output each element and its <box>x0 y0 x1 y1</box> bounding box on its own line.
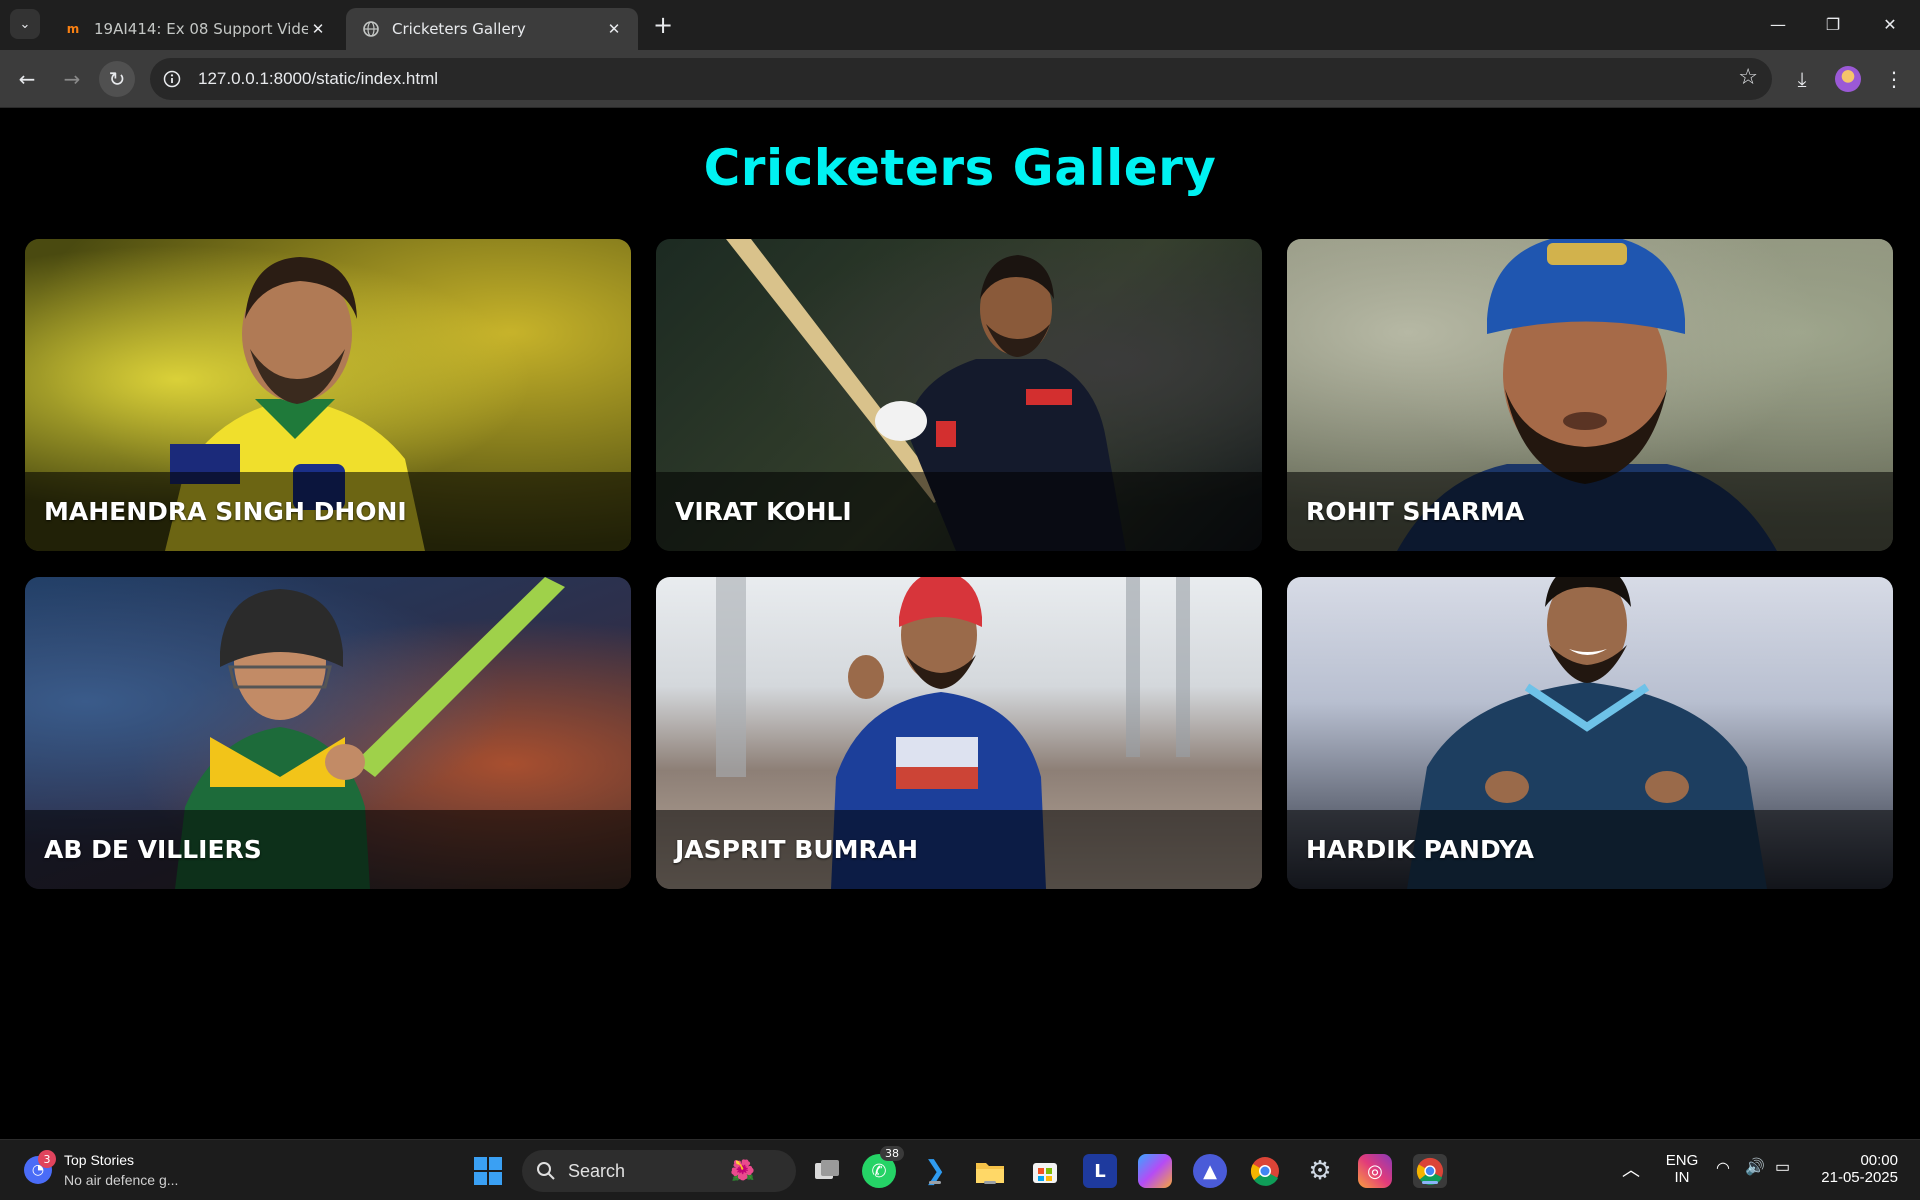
player-card-pandya[interactable]: HARDIK PANDYA <box>1287 577 1893 889</box>
running-indicator <box>1422 1181 1438 1184</box>
tab-strip: ⌄ m 19AI414: Ex 08 Support Video | ✕ Cri… <box>0 0 1920 50</box>
tab-cricketers-gallery[interactable]: Cricketers Gallery ✕ <box>346 8 638 50</box>
page-content: Cricketers Gallery MAHENDRA SINGH DHONI <box>0 109 1920 1139</box>
arc-icon[interactable]: ▲ <box>1193 1154 1227 1188</box>
download-icon[interactable]: ⤓ <box>1786 63 1818 95</box>
player-name: HARDIK PANDYA <box>1306 835 1534 864</box>
player-name: MAHENDRA SINGH DHONI <box>44 497 407 526</box>
file-explorer-icon[interactable] <box>973 1154 1007 1188</box>
windows-start-icon[interactable] <box>471 1154 505 1188</box>
news-widget[interactable]: ◔ 3 Top Stories No air defence g... <box>24 1150 214 1192</box>
l-app-icon[interactable]: L <box>1083 1154 1117 1188</box>
address-url: 127.0.0.1:8000/static/index.html <box>198 69 439 88</box>
address-bar[interactable]: 127.0.0.1:8000/static/index.html ☆ <box>150 58 1772 100</box>
chrome-icon[interactable] <box>1248 1154 1282 1188</box>
minimize-icon[interactable]: — <box>1758 8 1798 40</box>
card-caption: JASPRIT BUMRAH <box>656 810 1262 889</box>
profile-avatar[interactable] <box>1835 66 1861 92</box>
tab-search-chevron-icon[interactable]: ⌄ <box>10 9 40 39</box>
tab-title: Cricketers Gallery <box>392 20 526 38</box>
instagram-icon[interactable]: ◎ <box>1358 1154 1392 1188</box>
bookmark-star-icon[interactable]: ☆ <box>1738 65 1758 90</box>
chrome-profile-icon[interactable] <box>1413 1154 1447 1188</box>
clock[interactable]: 00:00 21-05-2025 <box>1812 1152 1898 1186</box>
volume-icon[interactable]: 🔊 <box>1745 1157 1765 1177</box>
restore-icon[interactable]: ❐ <box>1813 8 1853 40</box>
microsoft-store-icon[interactable] <box>1028 1154 1062 1188</box>
news-badge: 3 <box>38 1150 56 1168</box>
running-indicator <box>929 1181 941 1184</box>
player-name: VIRAT KOHLI <box>675 497 852 526</box>
tray-overflow-chevron-icon[interactable]: ︿ <box>1622 1156 1640 1182</box>
close-icon[interactable]: ✕ <box>604 19 624 39</box>
player-name: JASPRIT BUMRAH <box>675 835 919 864</box>
back-arrow-icon[interactable]: ← <box>9 61 45 97</box>
window-close-icon[interactable]: ✕ <box>1870 8 1910 40</box>
clock-date: 21-05-2025 <box>1821 1169 1898 1186</box>
player-card-dhoni[interactable]: MAHENDRA SINGH DHONI <box>25 239 631 551</box>
settings-gear-icon[interactable]: ⚙ <box>1303 1154 1337 1188</box>
wifi-icon[interactable]: ◠ <box>1716 1158 1730 1178</box>
clock-time: 00:00 <box>1860 1152 1898 1169</box>
browser-toolbar: ← → ↻ 127.0.0.1:8000/static/index.html ☆… <box>0 50 1920 108</box>
forward-arrow-icon[interactable]: → <box>54 61 90 97</box>
moodle-icon: m <box>66 22 80 36</box>
player-card-rohit[interactable]: ROHIT SHARMA <box>1287 239 1893 551</box>
search-label: Search <box>568 1160 626 1181</box>
news-title: Top Stories <box>64 1152 135 1168</box>
running-indicator <box>984 1181 996 1184</box>
windows-taskbar: ◔ 3 Top Stories No air defence g... Sear… <box>0 1139 1920 1200</box>
whatsapp-badge: 38 <box>880 1146 904 1161</box>
player-name: ROHIT SHARMA <box>1306 497 1525 526</box>
taskbar-search[interactable]: Search 🌺 <box>522 1150 796 1192</box>
search-highlight-icon: 🌺 <box>730 1158 755 1182</box>
battery-icon[interactable]: ▭ <box>1775 1157 1790 1177</box>
vscode-icon[interactable]: ❯ <box>918 1154 952 1188</box>
language-indicator[interactable]: ENG IN <box>1662 1152 1702 1186</box>
site-info-icon[interactable] <box>158 65 186 93</box>
language-line2: IN <box>1674 1169 1690 1186</box>
card-caption: AB DE VILLIERS <box>25 810 631 889</box>
player-card-bumrah[interactable]: JASPRIT BUMRAH <box>656 577 1262 889</box>
language-line1: ENG <box>1665 1152 1699 1169</box>
kebab-menu-icon[interactable]: ⋮ <box>1878 63 1910 95</box>
news-subtitle: No air defence g... <box>64 1172 179 1188</box>
card-caption: HARDIK PANDYA <box>1287 810 1893 889</box>
new-tab-button[interactable]: + <box>650 11 676 39</box>
player-card-kohli[interactable]: VIRAT KOHLI <box>656 239 1262 551</box>
globe-icon <box>362 20 380 38</box>
copilot-icon[interactable] <box>1138 1154 1172 1188</box>
reload-icon[interactable]: ↻ <box>99 61 135 97</box>
page-title: Cricketers Gallery <box>703 139 1217 197</box>
card-caption: MAHENDRA SINGH DHONI <box>25 472 631 551</box>
gallery-grid: MAHENDRA SINGH DHONI VIRAT KOHLI ROHIT S… <box>25 239 1895 889</box>
whatsapp-icon[interactable]: ✆ 38 <box>862 1146 904 1188</box>
close-icon[interactable]: ✕ <box>308 19 328 39</box>
player-name: AB DE VILLIERS <box>44 835 262 864</box>
task-view-icon[interactable] <box>810 1154 844 1188</box>
tab-title: 19AI414: Ex 08 Support Video | <box>94 20 308 38</box>
card-caption: ROHIT SHARMA <box>1287 472 1893 551</box>
search-icon <box>537 1162 555 1180</box>
card-caption: VIRAT KOHLI <box>656 472 1262 551</box>
tab-support-video[interactable]: m 19AI414: Ex 08 Support Video | ✕ <box>48 8 342 50</box>
player-card-de-villiers[interactable]: AB DE VILLIERS <box>25 577 631 889</box>
